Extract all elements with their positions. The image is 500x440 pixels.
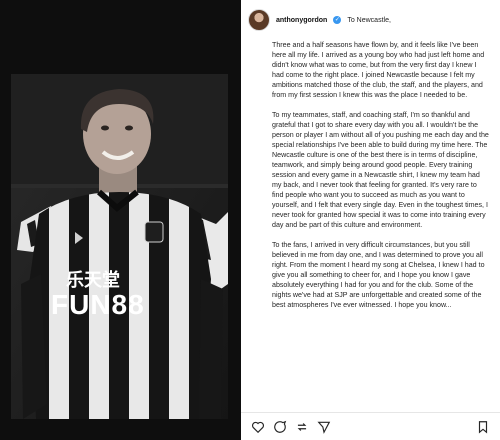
comment-icon[interactable] — [269, 416, 291, 438]
repost-icon[interactable] — [291, 416, 313, 438]
caption-paragraph: To my teammates, staff, and coaching sta… — [272, 111, 489, 229]
avatar[interactable] — [248, 9, 270, 31]
post-title: To Newcastle, — [347, 16, 391, 24]
post-header: anthonygordon ✓ To Newcastle, — [248, 8, 492, 32]
post-viewer: 乐天堂 FUN88 anthonygordon ✓ To Newcastle, … — [0, 0, 500, 440]
player-photo: 乐天堂 FUN88 — [11, 74, 228, 419]
post-media[interactable]: 乐天堂 FUN88 — [0, 0, 241, 440]
verified-badge-icon: ✓ — [333, 16, 342, 24]
share-icon[interactable] — [313, 416, 335, 438]
caption-paragraph: Three and a half seasons have flown by, … — [272, 41, 485, 99]
post-details-panel: anthonygordon ✓ To Newcastle, Three and … — [241, 0, 500, 440]
username[interactable]: anthonygordon — [276, 17, 327, 24]
caption-paragraph: To the fans, I arrived in very difficult… — [272, 241, 485, 309]
jersey-sponsor-brand: 乐天堂 — [66, 269, 120, 290]
jersey-sponsor: FUN88 — [51, 289, 145, 320]
action-bar — [241, 412, 500, 440]
post-caption: Three and a half seasons have flown by, … — [272, 40, 489, 410]
heart-icon[interactable] — [247, 416, 269, 438]
bookmark-icon[interactable] — [472, 416, 494, 438]
